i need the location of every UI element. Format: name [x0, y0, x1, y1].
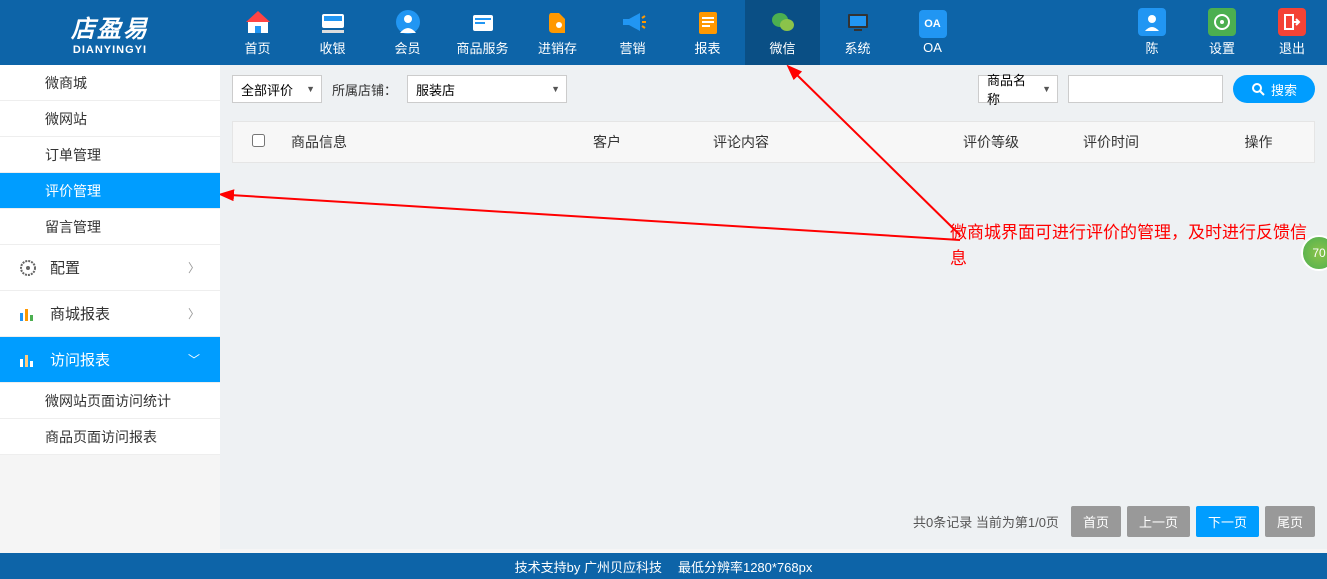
- sidebar-item-review[interactable]: 评价管理: [0, 173, 220, 209]
- th-goods: 商品信息: [283, 132, 593, 152]
- sidebar-item-goods-visit[interactable]: 商品页面访问报表: [0, 419, 220, 455]
- nav-oa[interactable]: OA OA: [895, 0, 970, 65]
- search-button[interactable]: 搜索: [1233, 75, 1315, 103]
- filter-bar: 全部评价 所属店铺： 服装店 商品名称 搜索: [232, 75, 1315, 103]
- select-eval-filter[interactable]: 全部评价: [232, 75, 322, 103]
- nav-label: 系统: [844, 38, 870, 57]
- nav-settings[interactable]: 设置: [1187, 0, 1257, 65]
- nav-goods[interactable]: 商品服务: [445, 0, 520, 65]
- sidebar-item-order[interactable]: 订单管理: [0, 137, 220, 173]
- select-shop[interactable]: 服装店: [407, 75, 567, 103]
- nav-label: OA: [923, 40, 942, 55]
- nav-cash[interactable]: 收银: [295, 0, 370, 65]
- chevron-right-icon: 〉: [188, 259, 200, 276]
- group-label: 访问报表: [50, 349, 110, 370]
- user-icon: [1138, 8, 1166, 36]
- th-time: 评价时间: [1083, 132, 1203, 152]
- logo-zh: 店盈易: [71, 9, 149, 44]
- pagination: 共0条记录 当前为第1/0页 首页 上一页 下一页 尾页: [913, 506, 1315, 537]
- th-level: 评价等级: [963, 132, 1083, 152]
- stock-icon: [544, 8, 572, 36]
- exit-icon: [1278, 8, 1306, 36]
- nav-label: 微信: [769, 38, 795, 57]
- nav-member[interactable]: 会员: [370, 0, 445, 65]
- sidebar-item-site[interactable]: 微网站: [0, 101, 220, 137]
- th-content: 评论内容: [713, 132, 963, 152]
- footer-resolution: 最低分辨率1280*768px: [678, 557, 812, 576]
- sidebar-group-config[interactable]: 配置 〉: [0, 245, 220, 291]
- nav-home[interactable]: 首页: [220, 0, 295, 65]
- select-all-checkbox[interactable]: [252, 134, 265, 147]
- nav-exit[interactable]: 退出: [1257, 0, 1327, 65]
- system-icon: [844, 8, 872, 36]
- group-label: 商城报表: [50, 303, 110, 324]
- group-label: 配置: [50, 257, 80, 278]
- nav-label: 首页: [244, 38, 270, 57]
- footer-support: 技术支持by 广州贝应科技: [515, 557, 662, 576]
- nav-system[interactable]: 系统: [820, 0, 895, 65]
- search-icon: [1251, 82, 1265, 96]
- sidebar: 微商城 微网站 订单管理 评价管理 留言管理 配置 〉 商城报表 〉 访问报表 …: [0, 65, 220, 455]
- nav-label: 会员: [394, 38, 420, 57]
- nav-stock[interactable]: 进销存: [520, 0, 595, 65]
- report-icon: [694, 8, 722, 36]
- chevron-down-icon: ﹀: [188, 351, 200, 368]
- nav-report[interactable]: 报表: [670, 0, 745, 65]
- page-prev-button[interactable]: 上一页: [1127, 506, 1190, 537]
- bars-icon: [18, 304, 38, 324]
- nav-user[interactable]: 陈: [1117, 0, 1187, 65]
- nav-label: 营销: [619, 38, 645, 57]
- nav-wechat[interactable]: 微信: [745, 0, 820, 65]
- page-info: 共0条记录 当前为第1/0页: [913, 512, 1059, 531]
- nav-items: 首页 收银 会员 商品服务 进销存 营销 报表 微信: [220, 0, 1117, 65]
- sidebar-group-visit-report[interactable]: 访问报表 ﹀: [0, 337, 220, 383]
- nav-marketing[interactable]: 营销: [595, 0, 670, 65]
- oa-icon: OA: [919, 10, 947, 38]
- shop-label: 所属店铺：: [332, 80, 397, 99]
- nav-label: 报表: [694, 38, 720, 57]
- cash-icon: [319, 8, 347, 36]
- review-table: 商品信息 客户 评论内容 评价等级 评价时间 操作: [232, 121, 1315, 163]
- home-icon: [244, 8, 272, 36]
- sidebar-group-mall-report[interactable]: 商城报表 〉: [0, 291, 220, 337]
- page-next-button[interactable]: 下一页: [1196, 506, 1259, 537]
- gear-icon: [18, 258, 38, 278]
- footer: 技术支持by 广州贝应科技 最低分辨率1280*768px: [0, 553, 1327, 579]
- annotation-text: 微商城界面可进行评价的管理，及时进行反馈信息: [950, 220, 1310, 271]
- th-action: 操作: [1203, 132, 1314, 152]
- wechat-icon: [769, 8, 797, 36]
- nav-label: 退出: [1279, 38, 1305, 57]
- sidebar-item-message[interactable]: 留言管理: [0, 209, 220, 245]
- main-content: 全部评价 所属店铺： 服装店 商品名称 搜索 商品信息 客户 评论内容 评价等级…: [220, 65, 1327, 549]
- top-nav: 店盈易 DIANYINGYI 首页 收银 会员 商品服务 进销存 营销: [0, 0, 1327, 65]
- nav-label: 商品服务: [456, 38, 508, 57]
- gear-icon: [1208, 8, 1236, 36]
- sidebar-item-mall[interactable]: 微商城: [0, 65, 220, 101]
- table-header: 商品信息 客户 评论内容 评价等级 评价时间 操作: [233, 122, 1314, 162]
- nav-label: 进销存: [538, 38, 577, 57]
- nav-label: 收银: [319, 38, 345, 57]
- goods-icon: [469, 8, 497, 36]
- nav-right: 陈 设置 退出: [1117, 0, 1327, 65]
- page-last-button[interactable]: 尾页: [1265, 506, 1315, 537]
- page-first-button[interactable]: 首页: [1071, 506, 1121, 537]
- bars-icon: [18, 350, 38, 370]
- th-customer: 客户: [593, 132, 713, 152]
- search-input[interactable]: [1068, 75, 1223, 103]
- member-icon: [394, 8, 422, 36]
- nav-label: 陈: [1145, 38, 1158, 57]
- sidebar-item-page-visit[interactable]: 微网站页面访问统计: [0, 383, 220, 419]
- logo: 店盈易 DIANYINGYI: [0, 0, 220, 65]
- horn-icon: [619, 8, 647, 36]
- select-name-field[interactable]: 商品名称: [978, 75, 1058, 103]
- logo-en: DIANYINGYI: [73, 44, 147, 56]
- nav-label: 设置: [1209, 38, 1235, 57]
- chevron-right-icon: 〉: [188, 305, 200, 322]
